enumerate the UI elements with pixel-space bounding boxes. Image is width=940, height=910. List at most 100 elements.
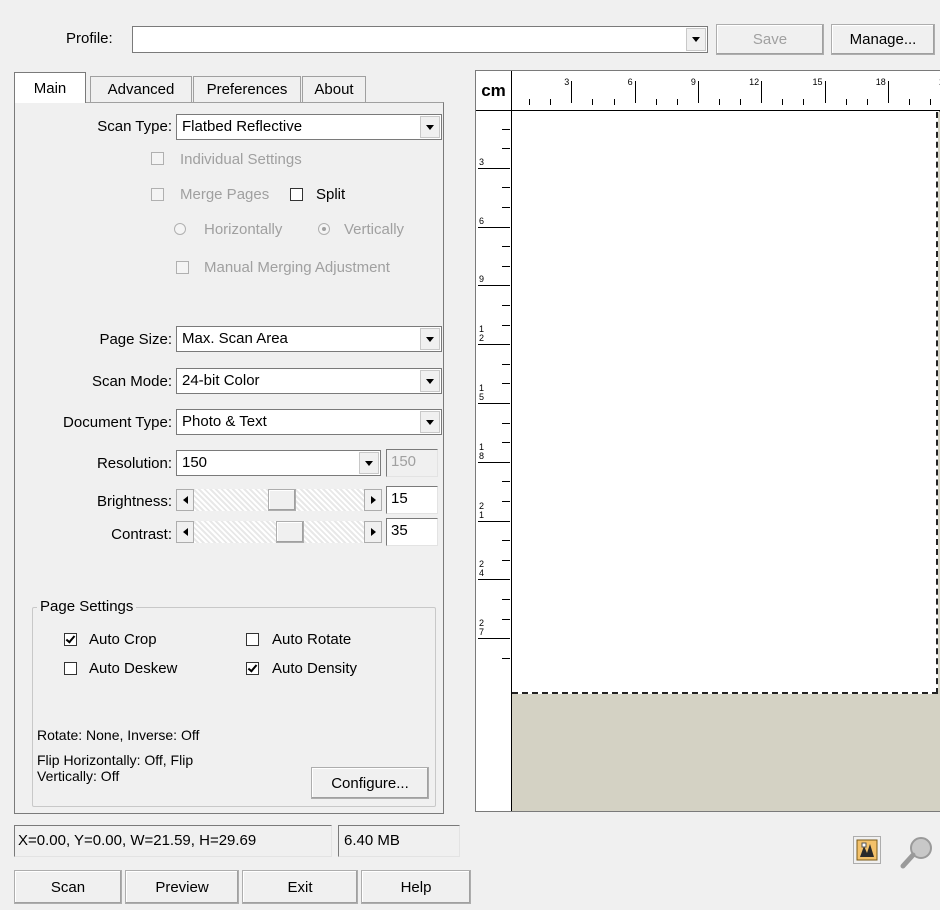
ruler-label: 27 <box>479 618 485 638</box>
horizontally-radio[interactable] <box>174 223 186 235</box>
ruler-tick <box>502 265 510 267</box>
chevron-down-icon[interactable] <box>420 328 440 350</box>
ruler-tick <box>887 81 889 103</box>
profile-select[interactable] <box>132 26 708 53</box>
chevron-down-icon[interactable] <box>420 370 440 392</box>
chevron-down-icon[interactable] <box>420 411 440 433</box>
brightness-value: 15 <box>391 490 408 507</box>
size-text: 6.40 MB <box>344 832 400 849</box>
manage-button[interactable]: Manage... <box>831 24 935 55</box>
arrow-left-icon[interactable] <box>176 521 194 543</box>
magnifier-icon[interactable] <box>899 835 935 869</box>
tab-about[interactable]: About <box>302 76 366 102</box>
configure-button[interactable]: Configure... <box>311 767 429 799</box>
resolution-label: Resolution: <box>96 455 172 472</box>
auto-rotate-label: Auto Rotate <box>272 631 352 648</box>
auto-rotate-checkbox[interactable] <box>246 633 259 646</box>
split-checkbox[interactable] <box>290 188 303 201</box>
tab-preferences[interactable]: Preferences <box>193 76 301 102</box>
ruler-tick <box>502 128 510 130</box>
ruler-tick <box>478 520 510 522</box>
arrow-right-icon[interactable] <box>364 489 382 511</box>
rotate-info: Rotate: None, Inverse: Off <box>37 727 200 743</box>
merge-pages-checkbox[interactable] <box>151 188 164 201</box>
ruler-tick <box>502 442 510 444</box>
chevron-down-icon[interactable] <box>359 452 379 474</box>
page-size-select[interactable]: Max. Scan Area <box>176 326 442 352</box>
help-button[interactable]: Help <box>361 870 471 904</box>
brightness-thumb[interactable] <box>267 489 296 511</box>
scan-type-label: Scan Type: <box>97 118 172 135</box>
ruler-tick <box>761 81 763 103</box>
ruler-tick <box>676 99 678 105</box>
scan-type-value: Flatbed Reflective <box>182 118 303 135</box>
contrast-label: Contrast: <box>111 526 172 543</box>
scan-mode-value: 24-bit Color <box>182 372 260 389</box>
horizontally-label: Horizontally <box>204 221 283 238</box>
ruler-tick <box>502 363 510 365</box>
vertically-radio[interactable] <box>318 223 330 235</box>
ruler-tick <box>502 305 510 306</box>
ruler-tick <box>613 99 615 105</box>
auto-crop-checkbox[interactable] <box>64 633 77 646</box>
brightness-slider[interactable] <box>176 489 382 511</box>
arrow-left-icon[interactable] <box>176 489 194 511</box>
flip-info-line2: Vertically: Off <box>37 768 120 784</box>
contrast-value: 35 <box>391 522 408 539</box>
tab-main[interactable]: Main <box>14 72 86 103</box>
ruler-tick <box>478 226 510 228</box>
hand-scan-icon[interactable] <box>853 836 881 864</box>
ruler-tick <box>502 540 510 542</box>
auto-density-label: Auto Density <box>272 660 358 677</box>
scan-button[interactable]: Scan <box>14 870 122 904</box>
ruler-tick <box>502 657 510 659</box>
ruler-tick <box>866 99 868 105</box>
page-size-value: Max. Scan Area <box>182 330 288 347</box>
ruler-tick <box>845 99 847 105</box>
preview-button[interactable]: Preview <box>125 870 239 904</box>
tab-advanced[interactable]: Advanced <box>90 76 192 102</box>
ruler-tick <box>478 344 510 346</box>
scan-mode-select[interactable]: 24-bit Color <box>176 368 442 394</box>
auto-deskew-label: Auto Deskew <box>89 660 178 677</box>
individual-settings-label: Individual Settings <box>180 151 302 168</box>
chevron-down-icon[interactable] <box>686 28 706 51</box>
resolution-field: 150 <box>386 449 438 477</box>
auto-deskew-checkbox[interactable] <box>64 662 77 675</box>
auto-density-checkbox[interactable] <box>246 662 259 675</box>
contrast-input[interactable]: 35 <box>386 518 438 546</box>
ruler-tick <box>740 99 742 105</box>
document-type-value: Photo & Text <box>182 413 267 430</box>
save-button[interactable]: Save <box>716 24 824 55</box>
ruler-tick <box>719 99 720 105</box>
arrow-right-icon[interactable] <box>364 521 382 543</box>
ruler-tick <box>478 461 510 463</box>
contrast-thumb[interactable] <box>276 521 305 543</box>
scan-type-select[interactable]: Flatbed Reflective <box>176 114 442 140</box>
resolution-select[interactable]: 150 <box>176 450 381 476</box>
exit-button[interactable]: Exit <box>242 870 358 904</box>
ruler-label: 15 <box>812 77 823 87</box>
individual-settings-checkbox[interactable] <box>151 152 164 165</box>
scan-selection-frame[interactable] <box>512 112 938 694</box>
manual-merging-checkbox[interactable] <box>176 261 189 274</box>
brightness-input[interactable]: 15 <box>386 486 438 514</box>
ruler-tick <box>529 99 531 105</box>
ruler-tick <box>478 403 510 404</box>
coords-text: X=0.00, Y=0.00, W=21.59, H=29.69 <box>18 832 257 849</box>
ruler-tick <box>478 167 510 169</box>
ruler-label: 12 <box>479 324 485 344</box>
scan-mode-label: Scan Mode: <box>91 373 172 390</box>
ruler-label: 9 <box>690 77 696 87</box>
ruler-label: 21 <box>479 500 485 520</box>
chevron-down-icon[interactable] <box>420 116 440 138</box>
document-type-select[interactable]: Photo & Text <box>176 409 442 435</box>
flip-info-line1: Flip Horizontally: Off, Flip <box>37 752 194 768</box>
page-size-label: Page Size: <box>99 331 172 348</box>
ruler-label: 3 <box>564 77 570 87</box>
contrast-slider[interactable] <box>176 521 382 543</box>
ruler-tick <box>502 559 510 561</box>
page-settings-title: Page Settings <box>37 598 137 615</box>
ruler-label: 6 <box>479 215 485 226</box>
ruler-tick <box>502 187 510 189</box>
